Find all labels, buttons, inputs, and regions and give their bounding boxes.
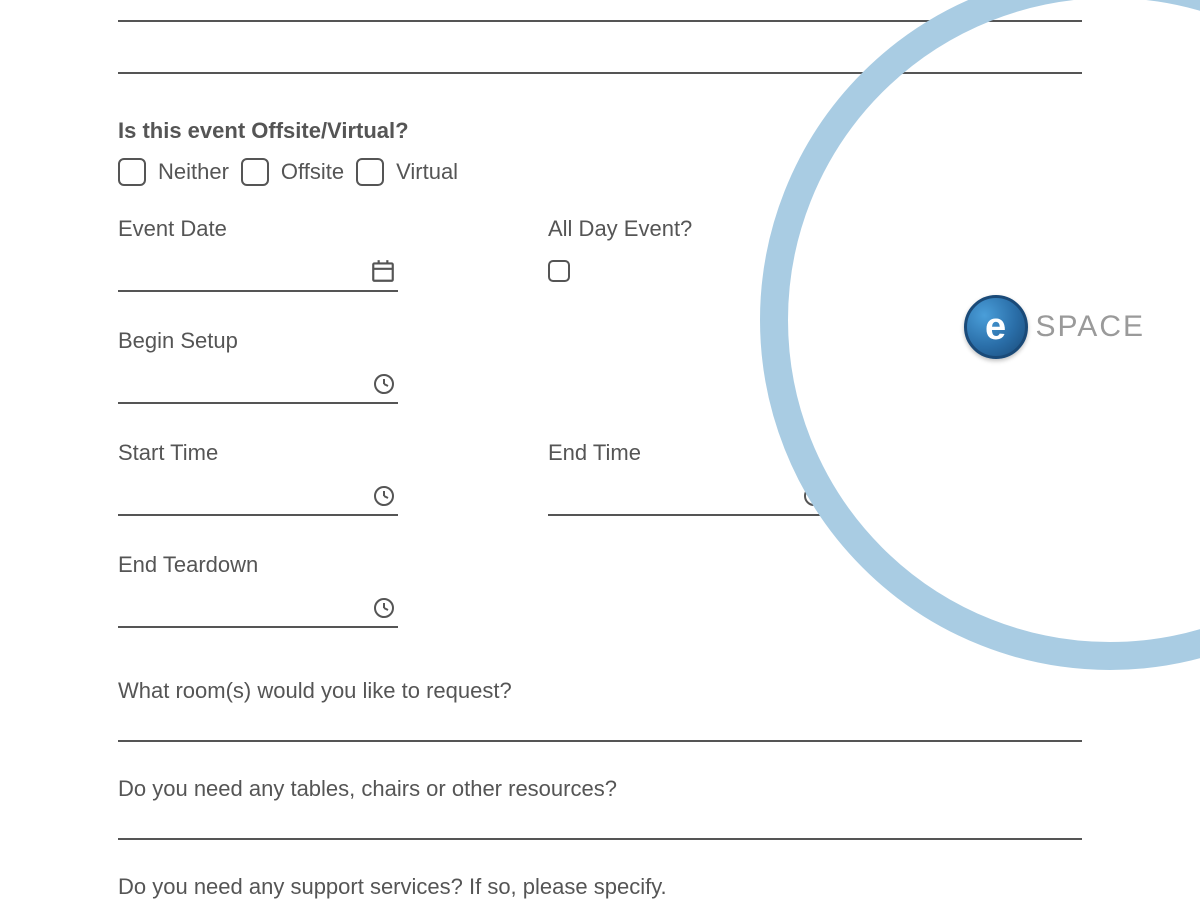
input-event-date[interactable] bbox=[118, 246, 398, 292]
checkbox-all-day[interactable] bbox=[548, 260, 570, 282]
checkbox-offsite[interactable] bbox=[241, 158, 269, 186]
logo-letter: e bbox=[985, 308, 1006, 346]
input-start-time[interactable] bbox=[118, 470, 398, 516]
option-label-offsite: Offsite bbox=[281, 159, 344, 185]
option-label-virtual: Virtual bbox=[396, 159, 458, 185]
label-start-time: Start Time bbox=[118, 440, 398, 466]
input-rooms[interactable] bbox=[118, 740, 1082, 742]
input-end-teardown[interactable] bbox=[118, 582, 398, 628]
option-label-neither: Neither bbox=[158, 159, 229, 185]
input-resources[interactable] bbox=[118, 838, 1082, 840]
input-end-time[interactable] bbox=[548, 470, 828, 516]
form-page: Is this event Offsite/Virtual? Neither O… bbox=[0, 0, 1200, 900]
clock-icon bbox=[372, 372, 396, 396]
calendar-icon bbox=[370, 258, 396, 284]
clock-icon bbox=[372, 596, 396, 620]
label-event-date: Event Date bbox=[118, 216, 398, 242]
label-end-teardown: End Teardown bbox=[118, 552, 398, 578]
logo-text: SPACE bbox=[1036, 310, 1145, 344]
question-resources: Do you need any tables, chairs or other … bbox=[118, 776, 1082, 802]
clock-icon bbox=[372, 484, 396, 508]
input-begin-setup[interactable] bbox=[118, 358, 398, 404]
espace-logo: e SPACE bbox=[964, 295, 1145, 359]
question-rooms: What room(s) would you like to request? bbox=[118, 678, 1082, 704]
label-begin-setup: Begin Setup bbox=[118, 328, 398, 354]
logo-badge-icon: e bbox=[964, 295, 1028, 359]
question-services: Do you need any support services? If so,… bbox=[118, 874, 1082, 900]
checkbox-neither[interactable] bbox=[118, 158, 146, 186]
checkbox-virtual[interactable] bbox=[356, 158, 384, 186]
